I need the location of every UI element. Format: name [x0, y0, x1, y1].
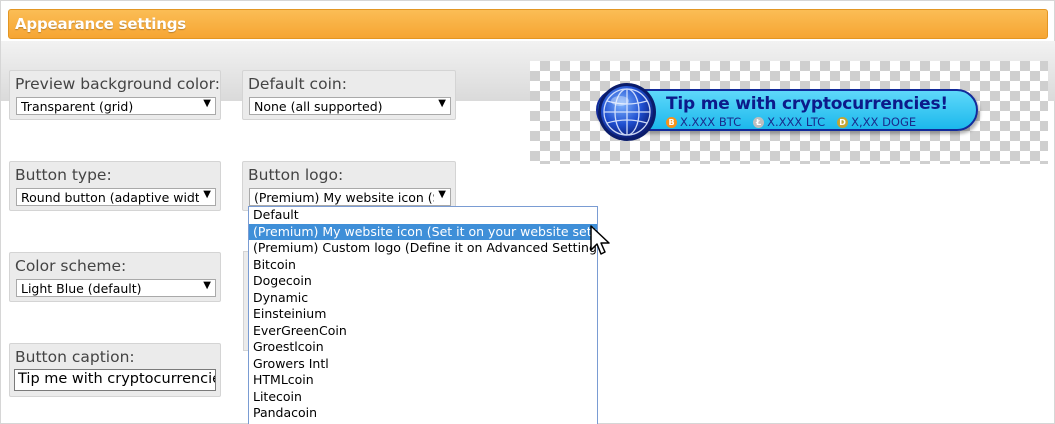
dropdown-option[interactable]: Bitcoin: [249, 257, 597, 274]
color-scheme-select[interactable]: Light Blue (default) ▼: [16, 279, 216, 297]
panel-title: Appearance settings: [15, 15, 186, 33]
button-logo-dropdown[interactable]: Default (Premium) My website icon (Set i…: [248, 206, 598, 424]
button-type-group: Button type: Round button (adaptive widt…: [9, 161, 221, 211]
chevron-down-icon: ▼: [203, 189, 211, 200]
mouse-cursor-icon: [590, 225, 610, 255]
preview-bg-select[interactable]: Transparent (grid) ▼: [16, 97, 216, 115]
button-preview: Tip me with cryptocurrencies! B X.XXX BT…: [530, 61, 1048, 164]
button-type-select[interactable]: Round button (adaptive width) ▼: [16, 188, 216, 206]
settings-panel: Appearance settings Preview background c…: [0, 0, 1055, 424]
panel-header: Appearance settings: [8, 9, 1048, 39]
color-scheme-group: Color scheme: Light Blue (default) ▼: [9, 252, 221, 302]
chevron-down-icon: ▼: [438, 98, 446, 109]
globe-icon: [598, 83, 656, 141]
color-scheme-value: Light Blue (default): [21, 281, 142, 296]
tip-button-preview[interactable]: Tip me with cryptocurrencies! B X.XXX BT…: [596, 83, 978, 141]
dropdown-option[interactable]: Growers Intl: [249, 356, 597, 373]
default-coin-group: Default coin: None (all supported) ▼: [242, 70, 456, 120]
dropdown-option[interactable]: Groestlcoin: [249, 339, 597, 356]
coin-doge-label: X,XX DOGE: [851, 115, 917, 129]
button-caption-label: Button caption:: [15, 348, 135, 366]
button-caption-group: Button caption: Tip me with cryptocurren…: [9, 343, 221, 397]
button-logo-value: (Premium) My website icon (S: [254, 190, 434, 205]
preview-coins: B X.XXX BTC Ł X.XXX LTC D X,XX DOGE: [666, 115, 916, 129]
preview-title: Tip me with cryptocurrencies!: [666, 94, 948, 114]
default-coin-value: None (all supported): [254, 99, 383, 114]
button-logo-label: Button logo:: [248, 166, 344, 184]
preview-bg-group: Preview background color: Transparent (g…: [9, 70, 221, 120]
dropdown-option[interactable]: Default: [249, 207, 597, 224]
coin-btc-label: X.XXX BTC: [680, 115, 742, 129]
button-logo-select[interactable]: (Premium) My website icon (S ▼: [249, 188, 451, 206]
button-logo-group: Button logo: (Premium) My website icon (…: [242, 161, 456, 211]
litecoin-icon: Ł: [753, 116, 765, 128]
button-type-label: Button type:: [15, 166, 112, 184]
default-coin-label: Default coin:: [248, 75, 347, 93]
dropdown-option[interactable]: HTMLcoin: [249, 372, 597, 389]
preview-bg-label: Preview background color:: [15, 75, 220, 93]
coin-ltc-label: X.XXX LTC: [767, 115, 826, 129]
dropdown-option-selected[interactable]: (Premium) My website icon (Set it on you…: [249, 223, 597, 240]
dropdown-option[interactable]: Dogecoin: [249, 273, 597, 290]
dogecoin-icon: D: [837, 116, 849, 128]
coin-doge: D X,XX DOGE: [837, 115, 916, 129]
preview-bg-value: Transparent (grid): [21, 99, 134, 114]
coin-ltc: Ł X.XXX LTC: [753, 115, 825, 129]
color-scheme-label: Color scheme:: [15, 257, 127, 275]
default-coin-select[interactable]: None (all supported) ▼: [249, 97, 451, 115]
coin-btc: B X.XXX BTC: [666, 115, 741, 129]
dropdown-option[interactable]: Einsteinium: [249, 306, 597, 323]
chevron-down-icon: ▼: [438, 189, 446, 200]
chevron-down-icon: ▼: [203, 98, 211, 109]
dropdown-option[interactable]: EverGreenCoin: [249, 323, 597, 340]
dropdown-option[interactable]: Pandacoin: [249, 405, 597, 422]
button-caption-input[interactable]: Tip me with cryptocurrencies: [14, 369, 216, 391]
bitcoin-icon: B: [666, 116, 677, 128]
dropdown-option[interactable]: Dynamic: [249, 290, 597, 307]
dropdown-option[interactable]: Litecoin: [249, 389, 597, 406]
dropdown-option[interactable]: (Premium) Custom logo (Define it on Adva…: [249, 240, 597, 257]
button-type-value: Round button (adaptive width): [21, 190, 199, 205]
chevron-down-icon: ▼: [203, 280, 211, 291]
